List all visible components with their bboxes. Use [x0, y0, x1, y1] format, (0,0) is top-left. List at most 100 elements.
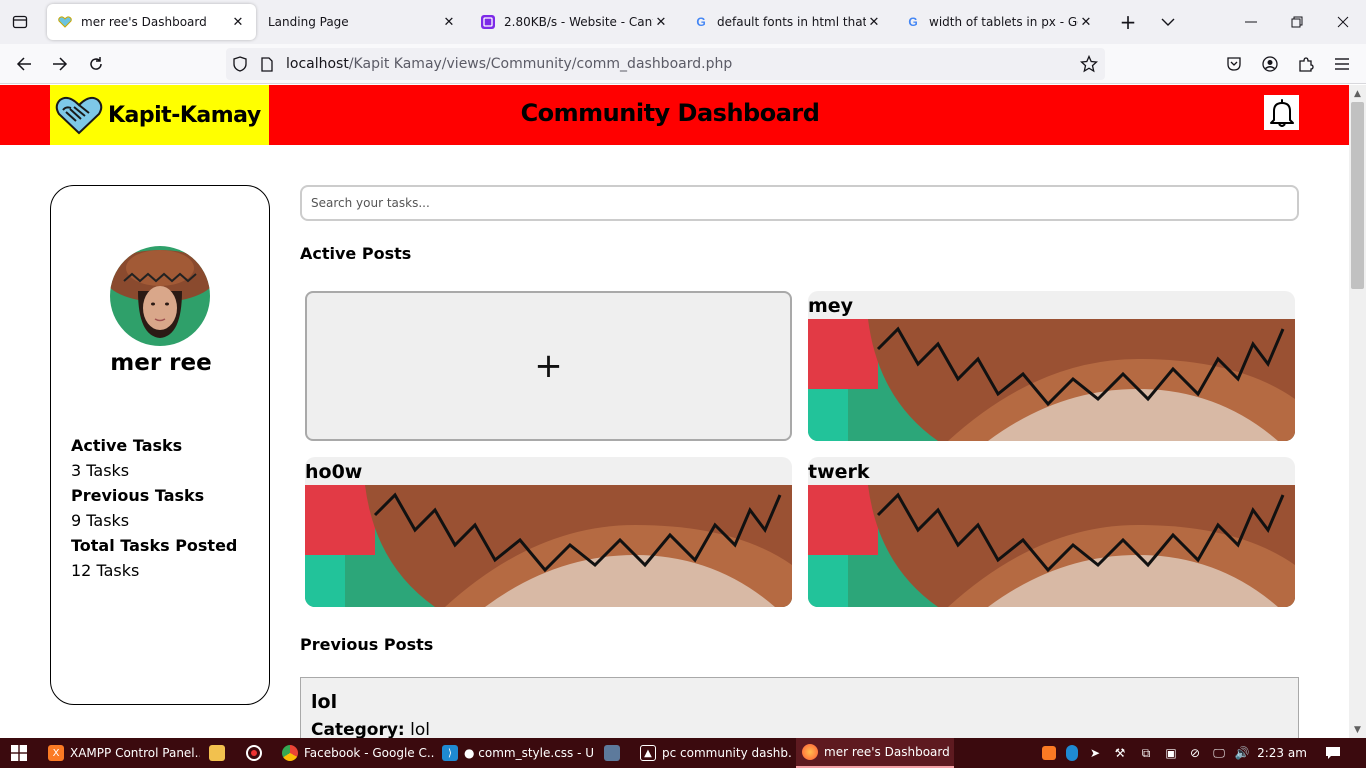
- taskbar-item-label: mer ree's Dashboard ...: [824, 745, 954, 759]
- extensions-puzzle-icon[interactable]: [1294, 52, 1318, 76]
- new-tab-plus-icon[interactable]: +: [1116, 10, 1140, 34]
- site-header: Kapit-Kamay Community Dashboard: [0, 85, 1349, 145]
- search-tasks-input[interactable]: [300, 185, 1299, 221]
- tray-arrow-icon[interactable]: ➤: [1086, 738, 1104, 768]
- windows-taskbar: X XAMPP Control Panel... Facebook - Goog…: [0, 738, 1366, 768]
- scroll-thumb[interactable]: [1351, 102, 1364, 289]
- profile-card: mer ree Active Tasks 3 Tasks Previous Ta…: [50, 185, 270, 705]
- browser-tab-dashboard[interactable]: mer ree's Dashboard ✕: [47, 4, 256, 40]
- back-arrow-icon[interactable]: [12, 52, 36, 76]
- browser-tab-google-fonts[interactable]: G default fonts in html that loo ✕: [683, 4, 892, 40]
- tab-list-icon[interactable]: [8, 10, 32, 34]
- browser-nav-bar: localhost/Kapit Kamay/views/Community/co…: [0, 44, 1366, 84]
- bluetooth-icon[interactable]: [1063, 738, 1081, 768]
- tools-icon[interactable]: ⚒: [1109, 738, 1131, 768]
- taskbar-item-image-viewer[interactable]: ▲ pc community dashb...: [634, 738, 792, 768]
- page-scrollbar[interactable]: ▲ ▼: [1349, 85, 1366, 738]
- stat-label-active-tasks: Active Tasks: [71, 436, 183, 455]
- url-text: localhost/Kapit Kamay/views/Community/co…: [286, 56, 732, 72]
- taskbar-item-vscode[interactable]: ⟩ ● comm_style.css - U...: [436, 738, 594, 768]
- mysql-workbench-icon: [604, 745, 620, 761]
- list-all-tabs-chevron-icon[interactable]: [1156, 10, 1180, 34]
- reload-icon[interactable]: [84, 52, 108, 76]
- browser-tab-google-tablets[interactable]: G width of tablets in px - Googl ✕: [895, 4, 1104, 40]
- windows-start-icon[interactable]: [0, 738, 38, 768]
- stat-value-total-tasks: 12 Tasks: [71, 561, 140, 580]
- scroll-up-arrow-icon[interactable]: ▲: [1349, 85, 1366, 102]
- close-tab-icon[interactable]: ✕: [653, 15, 669, 30]
- clock[interactable]: 2:23 am: [1255, 738, 1309, 768]
- forward-arrow-icon[interactable]: [48, 52, 72, 76]
- tab-title: 2.80KB/s - Website - Canva: [504, 15, 653, 29]
- taskbar-item-mysql[interactable]: [598, 738, 630, 768]
- profile-name: mer ree: [110, 350, 212, 376]
- avatar[interactable]: [110, 246, 210, 346]
- profile-stats: Active Tasks 3 Tasks Previous Tasks 9 Ta…: [71, 433, 261, 583]
- taskbar-item-label: pc community dashb...: [662, 746, 792, 760]
- page-viewport: Kapit-Kamay Community Dashboard mer ree: [0, 85, 1349, 738]
- taskbar-item-label: ● comm_style.css - U...: [464, 746, 594, 760]
- plus-icon: +: [534, 346, 563, 386]
- taskbar-item-recorder[interactable]: [240, 738, 270, 768]
- vscode-icon: ⟩: [442, 745, 458, 761]
- minimize-window-icon[interactable]: [1239, 10, 1263, 34]
- firefox-icon: [802, 744, 818, 760]
- stat-value-active-tasks: 3 Tasks: [71, 461, 130, 480]
- scroll-down-arrow-icon[interactable]: ▼: [1349, 721, 1366, 738]
- tab-title: mer ree's Dashboard: [81, 15, 207, 29]
- previous-post-title: lol: [311, 691, 338, 713]
- post-card[interactable]: twerk: [808, 457, 1295, 607]
- browser-tab-bar: mer ree's Dashboard ✕ Landing Page ✕ 2.8…: [0, 0, 1366, 44]
- active-posts-heading: Active Posts: [300, 244, 412, 263]
- restore-window-icon[interactable]: [1285, 10, 1309, 34]
- post-image: [808, 485, 1295, 607]
- svg-text:G: G: [696, 15, 705, 29]
- handshake-logo-icon: [54, 94, 104, 136]
- security-icon[interactable]: ⊘: [1184, 738, 1206, 768]
- previous-posts-heading: Previous Posts: [300, 635, 434, 654]
- post-card[interactable]: ho0w: [305, 457, 792, 607]
- tracking-shield-icon[interactable]: [233, 56, 249, 72]
- close-tab-icon[interactable]: ✕: [441, 15, 457, 30]
- taskbar-item-xampp[interactable]: X XAMPP Control Panel...: [42, 738, 200, 768]
- close-window-icon[interactable]: [1331, 10, 1355, 34]
- previous-post-card[interactable]: lol Category: lol: [300, 677, 1299, 738]
- xampp-icon: X: [48, 745, 64, 761]
- page-info-icon[interactable]: [261, 56, 277, 72]
- url-host: localhost: [286, 56, 349, 72]
- browser-tab-canva[interactable]: 2.80KB/s - Website - Canva ✕: [470, 4, 679, 40]
- folder-icon: [209, 745, 225, 761]
- page-title: Community Dashboard: [520, 99, 820, 127]
- notifications-button[interactable]: [1264, 95, 1299, 130]
- account-icon[interactable]: [1258, 52, 1282, 76]
- tab-title: default fonts in html that loo: [717, 15, 866, 29]
- stat-label-total-tasks: Total Tasks Posted: [71, 536, 238, 555]
- pocket-icon[interactable]: [1222, 52, 1246, 76]
- browser-tab-landing[interactable]: Landing Page ✕: [258, 4, 467, 40]
- taskbar-item-firefox[interactable]: mer ree's Dashboard ...: [796, 738, 954, 768]
- previous-post-category: Category: lol: [311, 720, 430, 738]
- volume-icon[interactable]: 🔊: [1232, 738, 1252, 768]
- taskbar-item-file-explorer[interactable]: [203, 738, 233, 768]
- taskbar-item-chrome[interactable]: Facebook - Google C...: [276, 738, 434, 768]
- hamburger-menu-icon[interactable]: [1330, 52, 1354, 76]
- display-icon[interactable]: ▣: [1160, 738, 1182, 768]
- close-tab-icon[interactable]: ✕: [1078, 15, 1094, 30]
- xampp-tray-icon[interactable]: [1040, 738, 1058, 768]
- network-icon[interactable]: 🖵: [1208, 738, 1230, 768]
- close-tab-icon[interactable]: ✕: [866, 15, 882, 30]
- close-tab-icon[interactable]: ✕: [230, 15, 246, 30]
- address-bar[interactable]: localhost/Kapit Kamay/views/Community/co…: [226, 48, 1105, 80]
- add-post-button[interactable]: +: [305, 291, 792, 441]
- post-image: [808, 319, 1295, 441]
- category-label: Category:: [311, 720, 405, 738]
- category-value: lol: [410, 720, 430, 738]
- google-favicon-icon: G: [905, 14, 921, 30]
- svg-text:G: G: [908, 15, 917, 29]
- site-logo[interactable]: Kapit-Kamay: [50, 85, 269, 145]
- bell-icon: [1269, 98, 1295, 127]
- post-card[interactable]: mey: [808, 291, 1295, 441]
- usb-icon[interactable]: ⧉: [1135, 738, 1157, 768]
- notifications-center-icon[interactable]: [1322, 738, 1344, 768]
- bookmark-star-icon[interactable]: [1080, 55, 1098, 73]
